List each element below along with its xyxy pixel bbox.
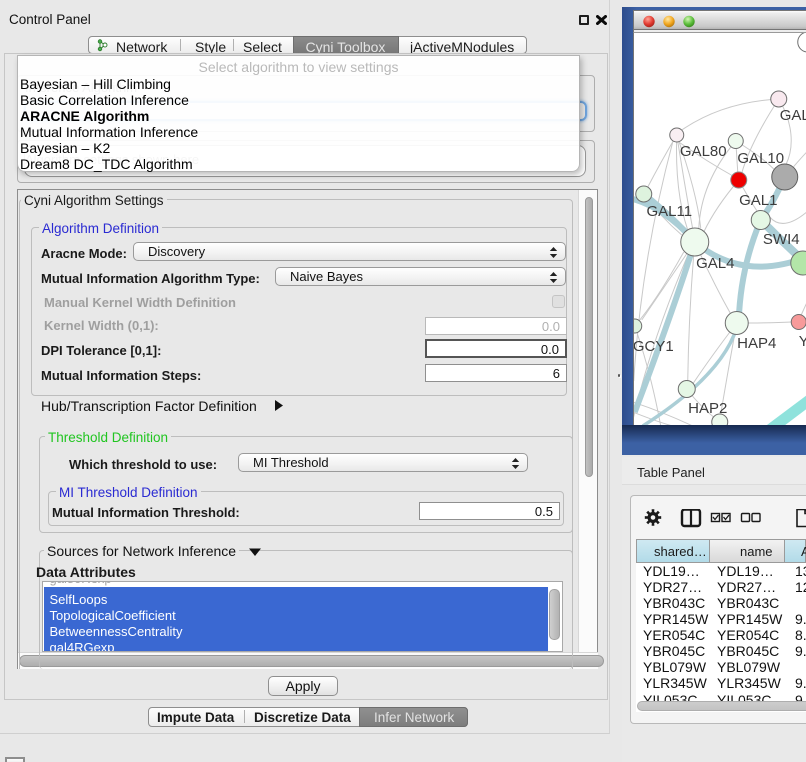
svg-text:HAP2: HAP2: [688, 400, 727, 417]
svg-text:HAP4: HAP4: [737, 335, 776, 352]
svg-text:SWI4: SWI4: [763, 231, 800, 248]
svg-text:GAL80: GAL80: [680, 143, 727, 160]
svg-text:Y: Y: [799, 333, 806, 350]
svg-text:GCY1: GCY1: [633, 338, 674, 355]
svg-text:GAL4: GAL4: [696, 255, 734, 272]
svg-text:GAL1: GAL1: [739, 192, 777, 209]
svg-text:GAL10: GAL10: [737, 150, 784, 167]
svg-text:GAL: GAL: [780, 107, 806, 124]
svg-text:GAL11: GAL11: [646, 203, 692, 220]
